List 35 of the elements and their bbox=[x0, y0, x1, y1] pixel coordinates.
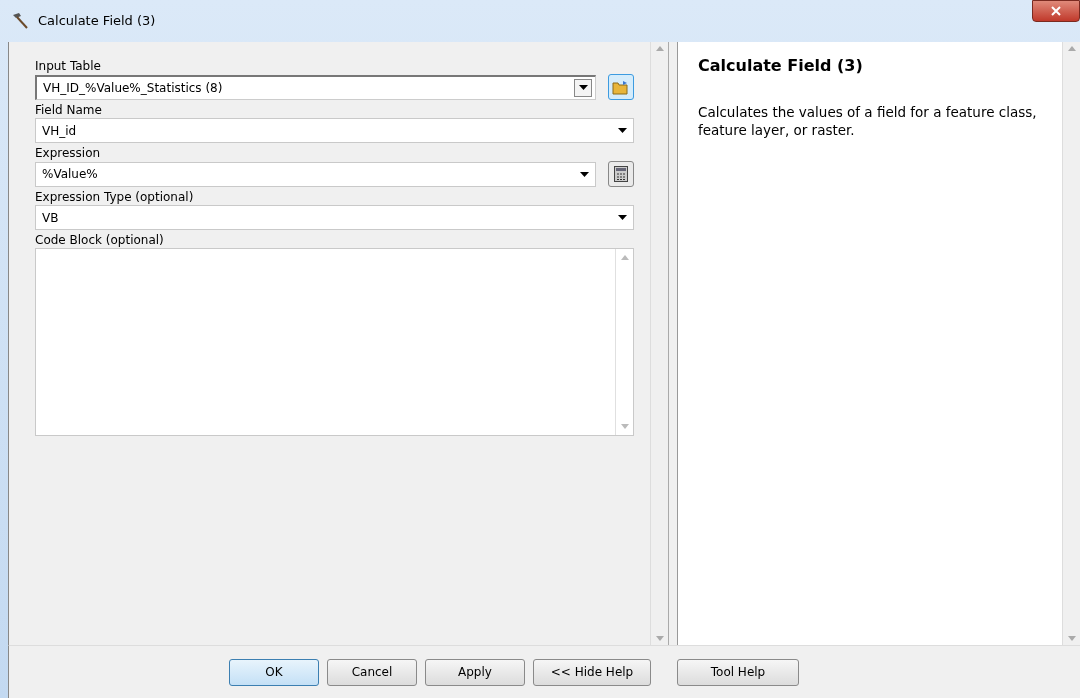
dropdown-field[interactable]: VH_id bbox=[35, 118, 634, 143]
dropdown-field[interactable]: %Value% bbox=[35, 161, 596, 187]
window-title: Calculate Field (3) bbox=[38, 12, 156, 31]
dialog-button[interactable]: Tool Help bbox=[677, 658, 799, 686]
scroll-up-icon[interactable] bbox=[620, 255, 629, 260]
field-label: Expression Type (optional) bbox=[35, 189, 195, 205]
scroll-down-icon[interactable] bbox=[655, 636, 664, 641]
scroll-down-icon[interactable] bbox=[1067, 636, 1076, 641]
calculator-icon bbox=[614, 166, 628, 182]
dropdown-arrow-icon bbox=[578, 85, 588, 90]
scrollbar[interactable] bbox=[1062, 42, 1080, 645]
close-icon bbox=[1051, 6, 1061, 16]
field-label: Expression bbox=[35, 145, 102, 161]
folder-icon bbox=[612, 79, 630, 95]
dialog-button[interactable]: Apply bbox=[425, 658, 525, 686]
browse-button[interactable] bbox=[608, 74, 634, 100]
field-label: Code Block (optional) bbox=[35, 232, 165, 248]
code-block-field[interactable] bbox=[35, 248, 634, 436]
dialog-button[interactable]: << Hide Help bbox=[533, 658, 651, 686]
scroll-up-icon[interactable] bbox=[1067, 46, 1076, 51]
dropdown-field[interactable]: VB bbox=[35, 205, 634, 230]
calculator-button[interactable] bbox=[608, 161, 634, 187]
help-text: Calculates the values of a field for a feature class, feature layer, or raster. bbox=[698, 103, 1038, 140]
scroll-down-icon[interactable] bbox=[620, 424, 629, 429]
dialog-button[interactable]: OK bbox=[229, 658, 319, 686]
dropdown-arrow-icon bbox=[617, 215, 627, 220]
close-button[interactable] bbox=[1032, 0, 1080, 22]
field-label: Input Table bbox=[35, 58, 102, 74]
field-label: Field Name bbox=[35, 102, 103, 118]
scroll-up-icon[interactable] bbox=[655, 46, 664, 51]
dropdown-arrow-icon bbox=[579, 171, 589, 177]
dropdown-arrow-icon bbox=[617, 128, 627, 133]
dropdown-field[interactable]: VH_ID_%Value%_Statistics (8) bbox=[35, 74, 596, 100]
help-title: Calculate Field (3) bbox=[698, 56, 864, 76]
dialog-button[interactable]: Cancel bbox=[327, 658, 417, 686]
